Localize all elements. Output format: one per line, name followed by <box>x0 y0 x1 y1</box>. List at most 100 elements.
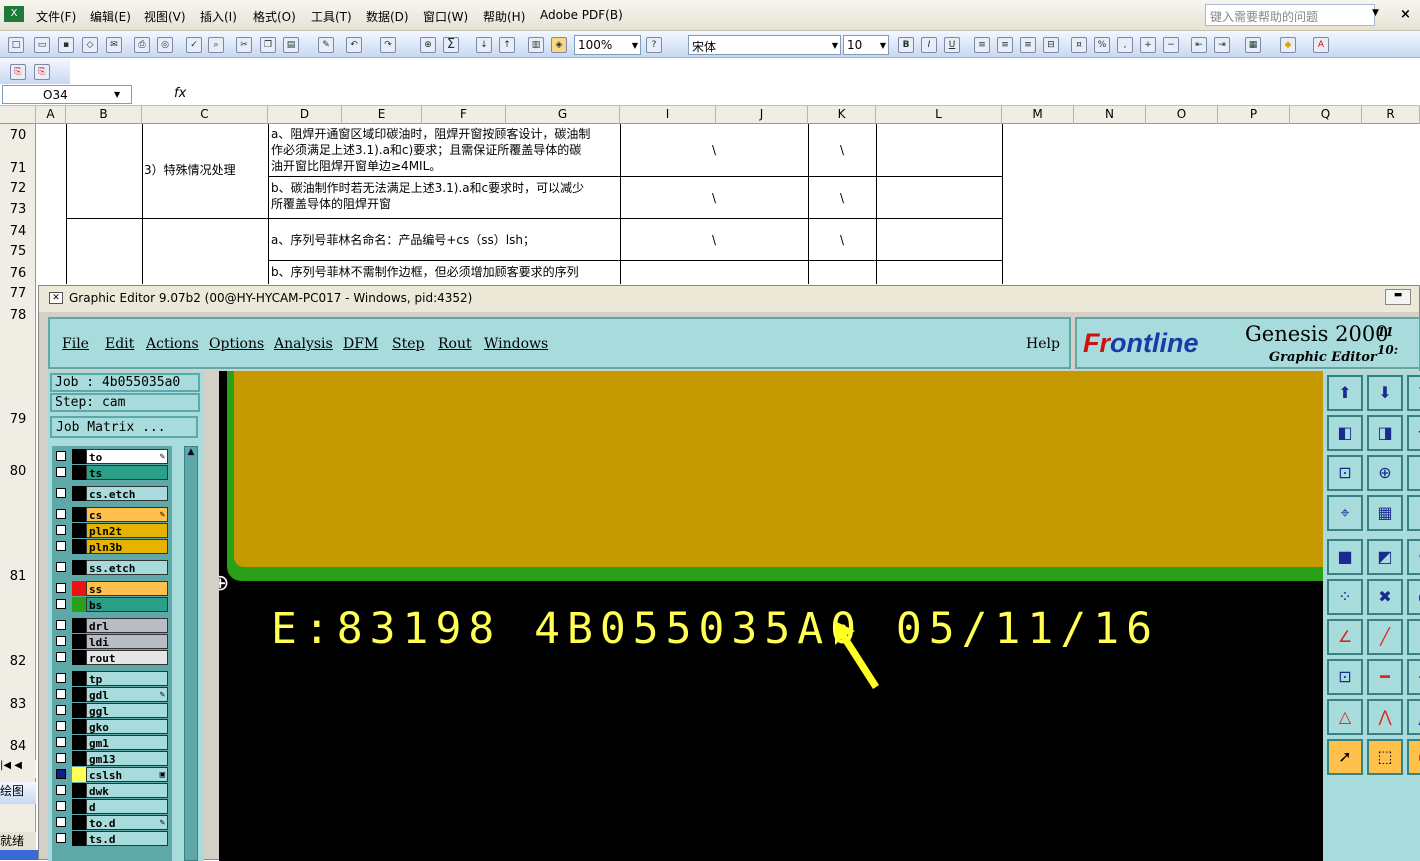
layer-row[interactable]: gm13 <box>52 751 172 766</box>
align-left-icon[interactable]: ≡ <box>974 37 990 53</box>
help-search-input[interactable]: 键入需要帮助的问题 <box>1205 4 1375 26</box>
increase-indent-icon[interactable]: ⇥ <box>1214 37 1230 53</box>
layer-row[interactable]: to ✎ <box>52 449 172 464</box>
genesis-menu-analysis[interactable]: Analysis <box>274 336 333 352</box>
layer-checkbox[interactable] <box>56 467 66 477</box>
column-header[interactable]: D <box>268 106 342 124</box>
row-header[interactable]: 72 <box>0 181 36 196</box>
undo-icon[interactable]: ↶ <box>346 37 362 53</box>
row-header[interactable]: 75 <box>0 244 36 259</box>
layer-row[interactable]: ts <box>52 465 172 480</box>
layer-name[interactable]: ss.etch <box>86 560 168 575</box>
layer-checkbox[interactable] <box>56 721 66 731</box>
column-header[interactable]: O <box>1146 106 1218 124</box>
cell-rule-a1-line1[interactable]: a、阻焊开通窗区域印碳油时，阻焊开窗按顾客设计，碳油制 <box>271 126 590 143</box>
column-header[interactable]: A <box>36 106 66 124</box>
zoom-select[interactable]: 100% ▼ <box>574 35 641 55</box>
layer-checkbox[interactable] <box>56 599 66 609</box>
node-icon[interactable]: ⊡ <box>1327 659 1363 695</box>
row-header[interactable]: 70 <box>0 128 36 143</box>
layer-checkbox[interactable] <box>56 652 66 662</box>
layer-checkbox[interactable] <box>56 785 66 795</box>
select-box-icon[interactable]: ⬚ <box>1367 739 1403 775</box>
cell-rule-b2[interactable]: b、序列号菲林不需制作边框，但必须增加顾客要求的序列 <box>271 264 579 281</box>
layer-checkbox[interactable] <box>56 541 66 551</box>
layer-name[interactable]: cs ✎ <box>86 507 168 522</box>
layer-name[interactable]: ggl <box>86 703 168 718</box>
save-icon[interactable]: ▪ <box>58 37 74 53</box>
comma-style-icon[interactable]: , <box>1117 37 1133 53</box>
paste-icon[interactable]: ▤ <box>283 37 299 53</box>
layer-row[interactable]: drl <box>52 618 172 633</box>
genesis-menu-file[interactable]: File <box>62 336 89 352</box>
line-icon[interactable]: ╱ <box>1367 619 1403 655</box>
hyperlink-icon[interactable]: ⊕ <box>420 37 436 53</box>
layer-row[interactable]: ts.d <box>52 831 172 846</box>
genesis-menu-help[interactable]: Help <box>1026 336 1060 352</box>
layer-checkbox[interactable] <box>56 801 66 811</box>
sort-descending-icon[interactable]: ↑ <box>499 37 515 53</box>
row-header[interactable]: 84 <box>0 739 36 754</box>
zoom-home-icon[interactable]: ⬆ <box>1327 375 1363 411</box>
align-right-icon[interactable]: ≡ <box>1020 37 1036 53</box>
surface-icon[interactable]: ⋀ <box>1407 699 1420 735</box>
layer-name[interactable]: cslsh ▣ <box>86 767 168 782</box>
layer-name[interactable]: ldi <box>86 634 168 649</box>
cell-slash[interactable]: \ <box>712 232 716 249</box>
cell-rule-b1-line1[interactable]: b、碳油制作时若无法满足上述3.1).a和c要求时，可以减少 <box>271 180 584 197</box>
layer-checkbox[interactable] <box>56 705 66 715</box>
italic-icon[interactable]: I <box>921 37 937 53</box>
triangle-icon[interactable]: △ <box>1327 699 1363 735</box>
redraw-icon[interactable]: ↻ <box>1407 375 1420 411</box>
layer-row[interactable]: ldi <box>52 634 172 649</box>
layer-row[interactable]: dwk <box>52 783 172 798</box>
email-icon[interactable]: ✉ <box>106 37 122 53</box>
layer-name[interactable]: gm1 <box>86 735 168 750</box>
cell-slash[interactable]: \ <box>840 232 844 249</box>
row-header[interactable]: 73 <box>0 202 36 217</box>
layer-checkbox[interactable] <box>56 525 66 535</box>
layer-checkbox[interactable] <box>56 451 66 461</box>
row-header[interactable]: 79 <box>0 412 36 427</box>
layer-checkbox[interactable] <box>56 833 66 843</box>
underline-icon[interactable]: U <box>944 37 960 53</box>
layer-name[interactable]: dwk <box>86 783 168 798</box>
excel-app-icon[interactable]: X <box>4 6 24 22</box>
column-header[interactable]: L <box>876 106 1002 124</box>
help-dropdown-icon[interactable]: ▼ <box>1372 8 1379 18</box>
sheet-nav[interactable]: |◀ ◀ <box>0 760 36 778</box>
layer-name[interactable]: to ✎ <box>86 449 168 464</box>
layer-row[interactable]: gm1 <box>52 735 172 750</box>
increase-decimal-icon[interactable]: + <box>1140 37 1156 53</box>
cell-rule-a1-line3[interactable]: 油开窗比阻焊开窗单边≥4MIL。 <box>271 158 441 175</box>
research-icon[interactable]: ⌕ <box>208 37 224 53</box>
menu-edit[interactable]: 编辑(E) <box>90 8 131 25</box>
select-pointer-icon[interactable]: ➚ <box>1327 739 1363 775</box>
layer-row[interactable]: pln3b <box>52 539 172 554</box>
layer-row[interactable]: rout <box>52 650 172 665</box>
print-icon[interactable]: ⎙ <box>134 37 150 53</box>
move-icon[interactable]: ⁘ <box>1327 579 1363 615</box>
break-icon[interactable]: ⇠ <box>1407 659 1420 695</box>
column-header[interactable]: Q <box>1290 106 1362 124</box>
new-icon[interactable]: □ <box>8 37 24 53</box>
column-header[interactable]: I <box>620 106 716 124</box>
fill-color-icon[interactable]: ◆ <box>1280 37 1296 53</box>
menu-help[interactable]: 帮助(H) <box>483 8 525 25</box>
row-header[interactable]: 80 <box>0 464 36 479</box>
job-matrix-button[interactable]: Job Matrix ... <box>50 416 198 438</box>
column-header[interactable]: P <box>1218 106 1290 124</box>
open-icon[interactable]: ▭ <box>34 37 50 53</box>
genesis-menu-actions[interactable]: Actions <box>146 336 199 352</box>
decrease-indent-icon[interactable]: ⇤ <box>1191 37 1207 53</box>
format-painter-icon[interactable]: ✎ <box>318 37 334 53</box>
text-icon[interactable]: ♔ <box>1407 539 1420 575</box>
currency-icon[interactable]: ¤ <box>1071 37 1087 53</box>
column-header[interactable]: J <box>716 106 808 124</box>
layer-checkbox[interactable] <box>56 817 66 827</box>
pad-icon[interactable]: ■ <box>1327 539 1363 575</box>
row-header[interactable]: 76 <box>0 266 36 281</box>
zoom-in-icon[interactable]: ↑ <box>1407 455 1420 491</box>
menu-data[interactable]: 数据(D) <box>366 8 409 25</box>
layer-row[interactable]: bs <box>52 597 172 612</box>
